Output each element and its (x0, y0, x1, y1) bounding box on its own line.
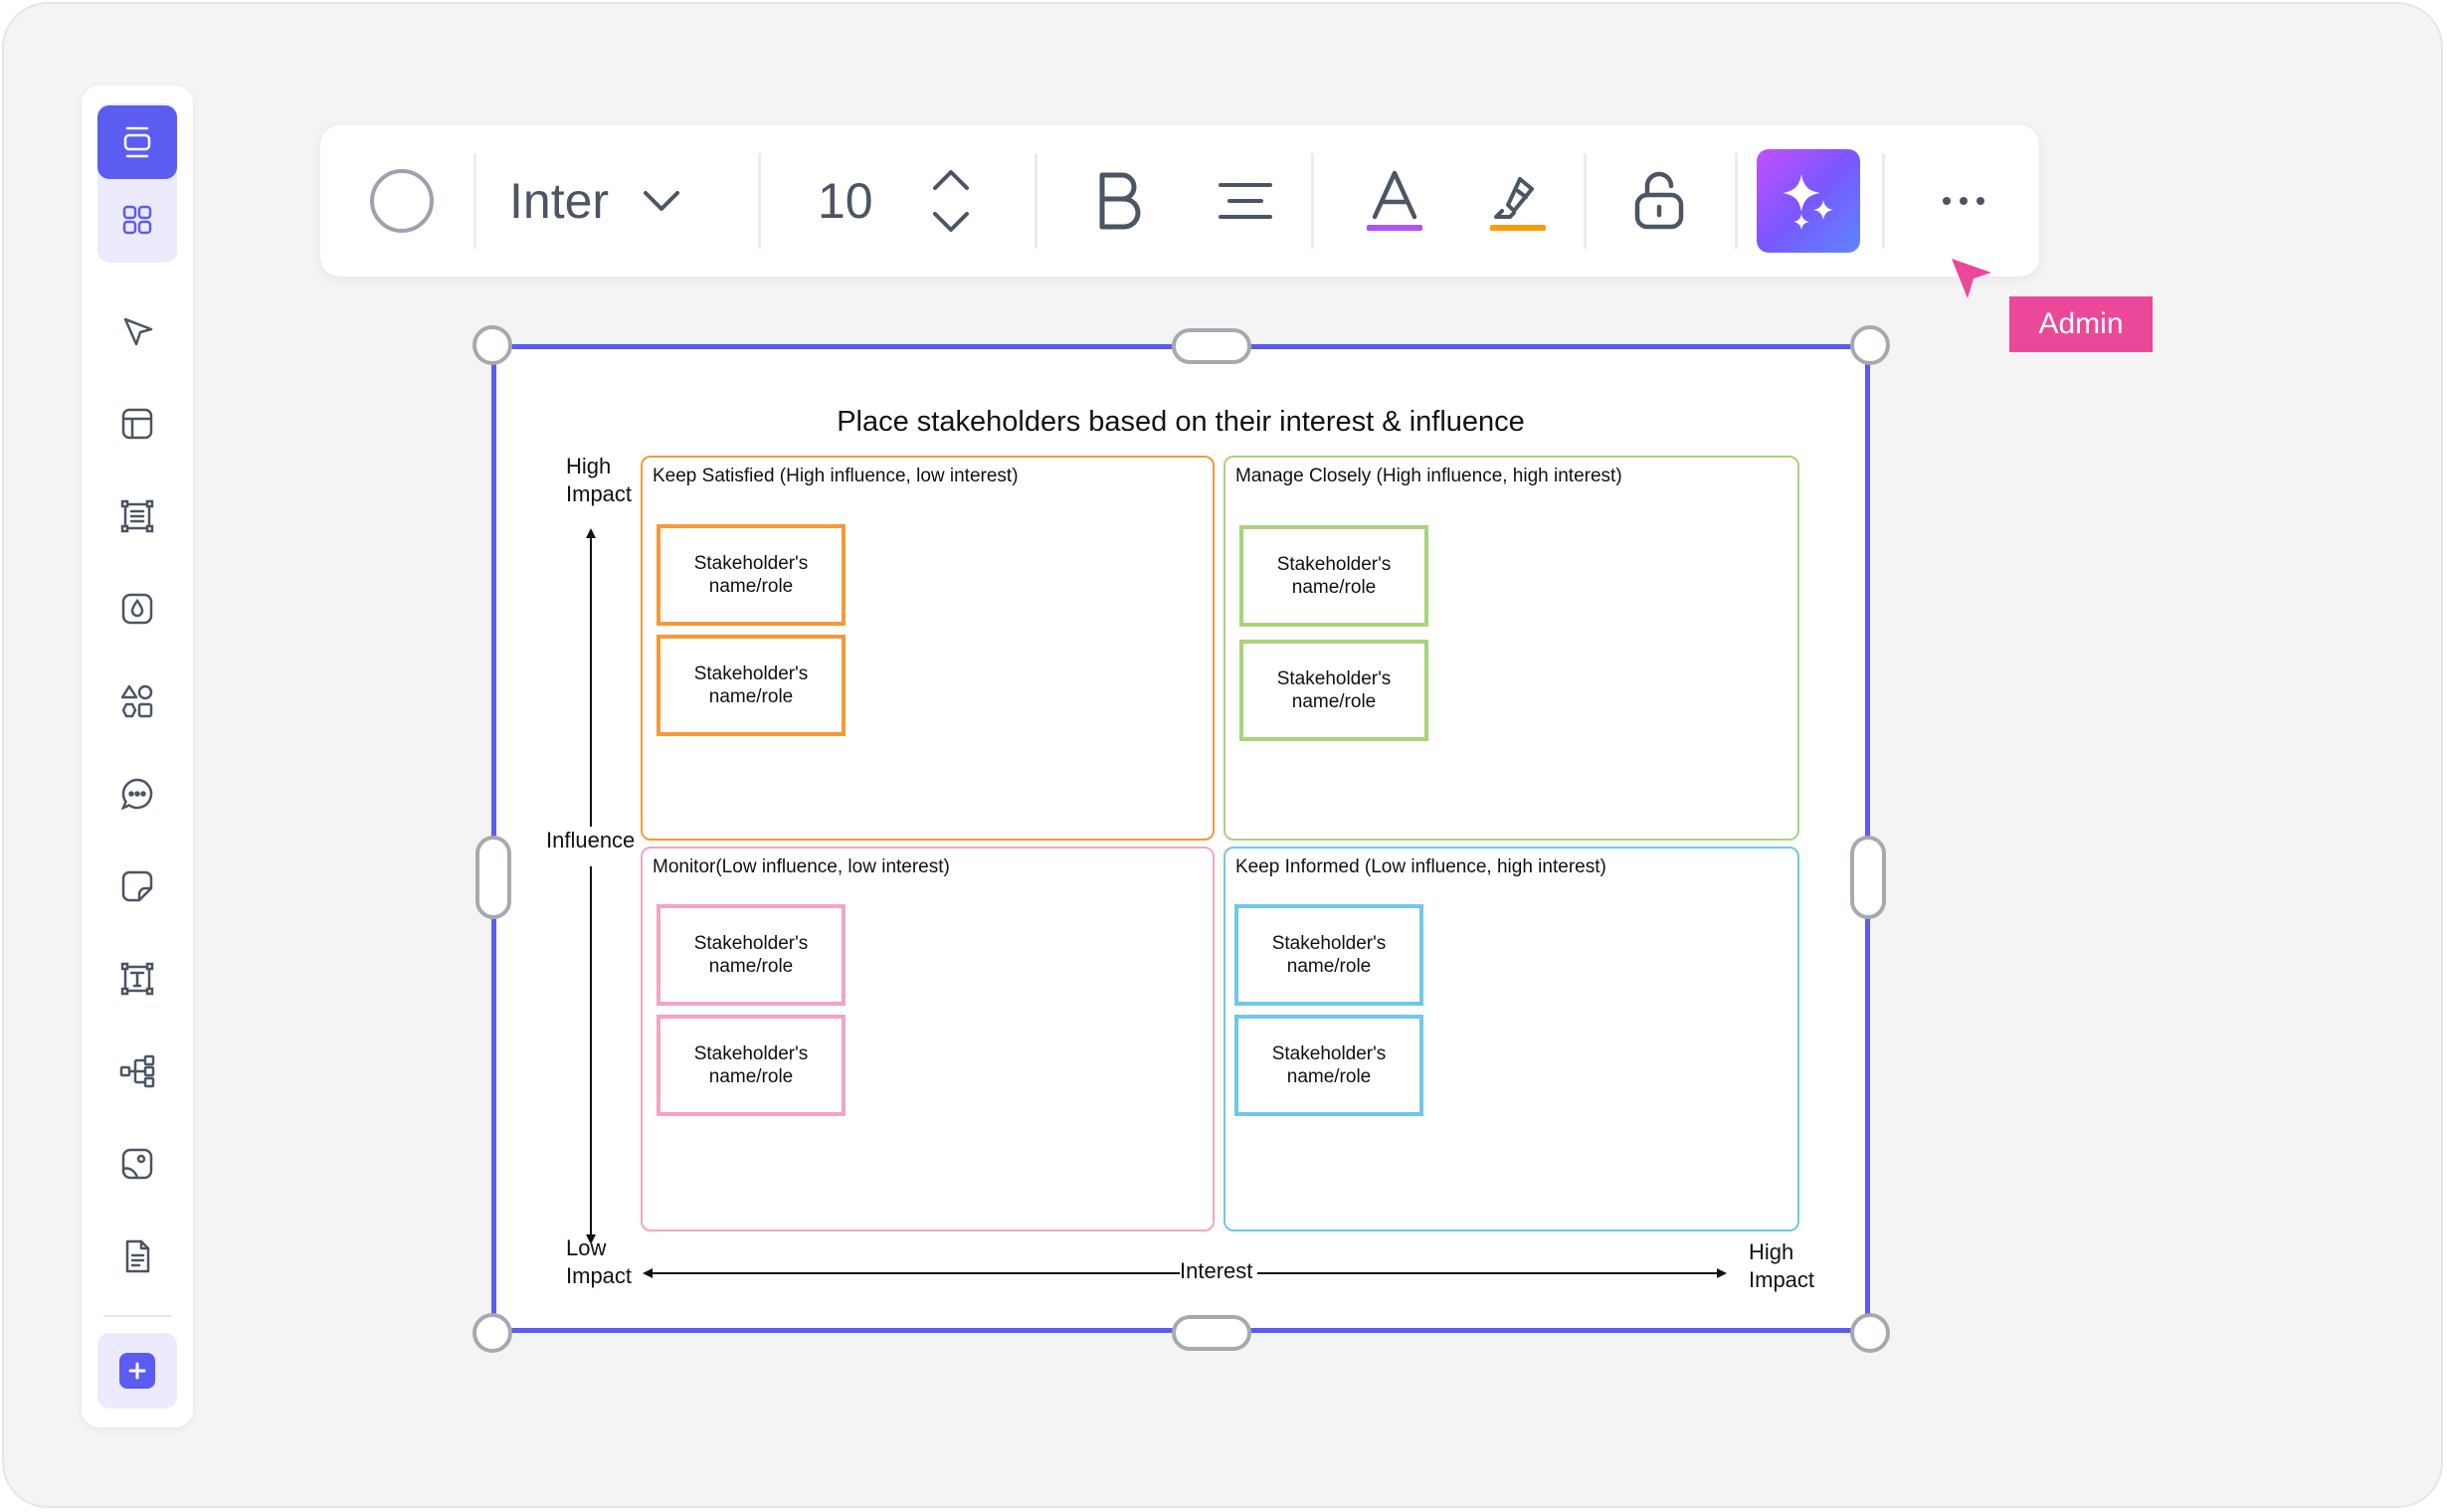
drop-icon (121, 593, 153, 625)
stakeholder-card[interactable]: Stakeholder's name/role (1239, 525, 1428, 627)
align-center-icon (1219, 183, 1272, 219)
more-options-button[interactable] (1924, 125, 2003, 277)
add-button[interactable] (97, 1333, 177, 1409)
collaborator-label: Admin (2009, 296, 2153, 352)
table-tool-button[interactable] (97, 479, 177, 553)
sticky-note-tool-button[interactable] (97, 850, 177, 923)
stakeholder-card[interactable]: Stakeholder's name/role (657, 1015, 846, 1116)
more-icon (1943, 197, 1984, 205)
align-button[interactable] (1206, 125, 1285, 277)
quadrant-title: Keep Informed (Low influence, high inter… (1235, 856, 1606, 877)
highlight-button[interactable] (1478, 125, 1558, 277)
plus-icon (119, 1353, 155, 1389)
mindmap-tool-button[interactable] (97, 1035, 177, 1108)
frame-tool-button[interactable] (97, 105, 177, 179)
select-tool-button[interactable] (97, 294, 177, 368)
image-icon (121, 1148, 153, 1180)
comment-icon (120, 778, 153, 811)
frame-icon (123, 126, 151, 158)
stepper-icon (932, 170, 969, 232)
fill-tool-button[interactable] (97, 572, 177, 646)
resize-handle-right[interactable] (1850, 836, 1886, 919)
highlighter-icon (1490, 177, 1546, 231)
quadrant-title: Manage Closely (High influence, high int… (1235, 466, 1622, 486)
text-color-button[interactable] (1355, 125, 1434, 277)
text-tool-button[interactable] (97, 942, 177, 1016)
y-axis-arrow (586, 528, 596, 1244)
text-icon (120, 962, 154, 996)
shape-style-button[interactable] (366, 125, 438, 277)
chevron-down-icon (644, 191, 680, 211)
shapes-icon (120, 684, 153, 718)
resize-handle-bottom[interactable] (1172, 1315, 1251, 1351)
font-size-stepper[interactable]: 10 (818, 125, 997, 277)
stakeholder-card[interactable]: Stakeholder's name/role (657, 635, 846, 736)
quadrant-manage-closely[interactable]: Manage Closely (High influence, high int… (1224, 456, 1799, 841)
templates-button[interactable] (97, 183, 177, 257)
stakeholder-card[interactable]: Stakeholder's name/role (1239, 640, 1428, 741)
x-axis-label: Interest (1180, 1258, 1253, 1283)
layout-icon (121, 408, 153, 440)
resize-handle-bottom-left[interactable] (472, 1313, 512, 1353)
mindmap-icon (119, 1054, 155, 1088)
bold-button[interactable] (1080, 125, 1160, 277)
font-family-dropdown[interactable]: Inter (509, 125, 728, 277)
quadrant-keep-informed[interactable]: Keep Informed (Low influence, high inter… (1224, 847, 1799, 1231)
resize-handle-top-left[interactable] (472, 325, 512, 365)
x-axis-right-label: High Impact (1749, 1239, 1815, 1292)
quadrant-keep-satisfied[interactable]: Keep Satisfied (High influence, low inte… (641, 456, 1215, 841)
font-size-value: 10 (818, 173, 873, 229)
sticky-note-icon (121, 870, 153, 902)
quadrant-title: Keep Satisfied (High influence, low inte… (653, 466, 1019, 486)
table-icon (120, 499, 154, 533)
comment-tool-button[interactable] (97, 757, 177, 831)
sparkles-icon (1783, 174, 1833, 230)
quadrant-monitor[interactable]: Monitor(Low influence, low interest) Sta… (641, 847, 1215, 1231)
pointer-icon (123, 317, 153, 346)
format-toolbar: Inter 10 (320, 125, 2039, 277)
resize-handle-left[interactable] (475, 836, 511, 919)
sidebar-divider (103, 1315, 171, 1317)
quadrant-title: Monitor(Low influence, low interest) (653, 856, 950, 877)
resize-handle-top[interactable] (1172, 328, 1251, 364)
grid-icon (122, 205, 152, 235)
bold-icon (1099, 172, 1141, 230)
stakeholder-matrix-frame[interactable]: Place stakeholders based on their intere… (491, 344, 1870, 1333)
document-tool-button[interactable] (97, 1220, 177, 1293)
y-axis-top-label: High Impact (566, 454, 633, 506)
unlock-icon (1634, 171, 1684, 230)
layout-tool-button[interactable] (97, 387, 177, 461)
stakeholder-card[interactable]: Stakeholder's name/role (657, 904, 846, 1006)
ai-assist-button[interactable] (1757, 149, 1860, 253)
matrix-title: Place stakeholders based on their intere… (837, 406, 1525, 438)
text-color-icon (1367, 170, 1422, 231)
lock-button[interactable] (1619, 125, 1699, 277)
left-toolbar (82, 86, 193, 1427)
circle-icon (370, 169, 434, 233)
image-tool-button[interactable] (97, 1127, 177, 1201)
resize-handle-bottom-right[interactable] (1850, 1313, 1890, 1353)
resize-handle-top-right[interactable] (1850, 325, 1890, 365)
stakeholder-card[interactable]: Stakeholder's name/role (657, 524, 846, 626)
stakeholder-card[interactable]: Stakeholder's name/role (1234, 904, 1423, 1006)
shapes-tool-button[interactable] (97, 664, 177, 738)
font-family-value: Inter (509, 173, 610, 229)
document-icon (125, 1239, 150, 1273)
stakeholder-card[interactable]: Stakeholder's name/role (1234, 1015, 1423, 1116)
collaborator-cursor-icon (1952, 259, 1991, 298)
